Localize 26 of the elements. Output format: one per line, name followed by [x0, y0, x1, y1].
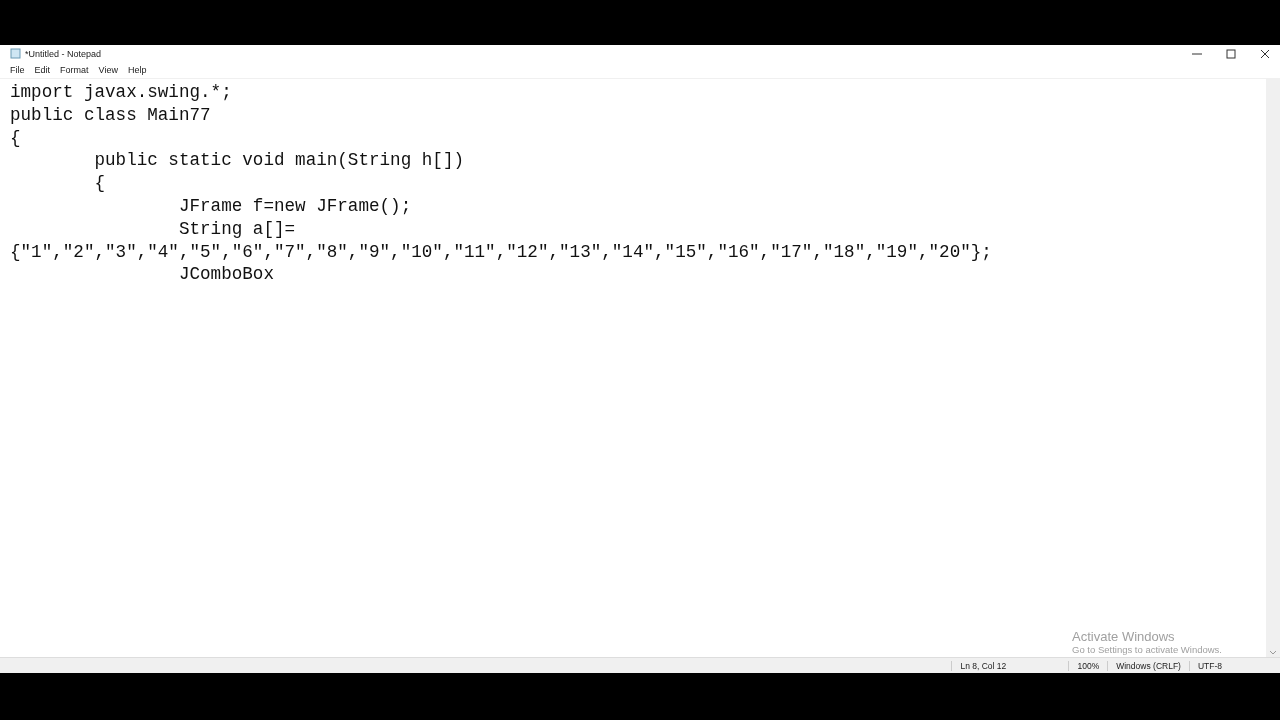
- menu-item[interactable]: Edit: [29, 65, 56, 75]
- window-title: *Untitled - Notepad: [25, 48, 102, 59]
- activation-message: Go to Settings to activate Windows.: [1072, 644, 1222, 655]
- scroll-down-icon[interactable]: [1269, 649, 1277, 657]
- close-icon[interactable]: [1260, 48, 1270, 59]
- scrollbar[interactable]: [1266, 79, 1280, 657]
- code-line: {"1","2","3","4","5","6","7","8","9","10","11","12","13","14","15","16","17","18","19","20"};: [10, 240, 992, 264]
- menu-item[interactable]: View: [93, 65, 123, 75]
- status-item: 100%: [1068, 660, 1108, 671]
- notepad-icon: [10, 48, 21, 59]
- code-line: String a[]=: [177, 217, 296, 241]
- menu-item[interactable]: File: [5, 65, 30, 75]
- activation-title: Activate Windows: [1072, 629, 1176, 644]
- menu-item[interactable]: Format: [55, 65, 94, 75]
- code-line: JComboBox: [177, 263, 274, 287]
- status-item: Windows (CRLF): [1107, 660, 1189, 671]
- code-line: JFrame f=new JFrame();: [177, 195, 412, 218]
- code-line: import javax.swing.*;: [10, 81, 232, 104]
- code-line: public static void main(String h[]): [93, 149, 464, 173]
- menu-item[interactable]: Help: [122, 65, 152, 75]
- maximize-icon[interactable]: [1226, 48, 1236, 59]
- code-line: {: [93, 172, 106, 195]
- code-line: {: [10, 126, 21, 150]
- status-item: Ln 8, Col 12: [951, 660, 1069, 671]
- status-item: UTF-8: [1188, 660, 1230, 671]
- code-line: public class Main77: [10, 103, 211, 127]
